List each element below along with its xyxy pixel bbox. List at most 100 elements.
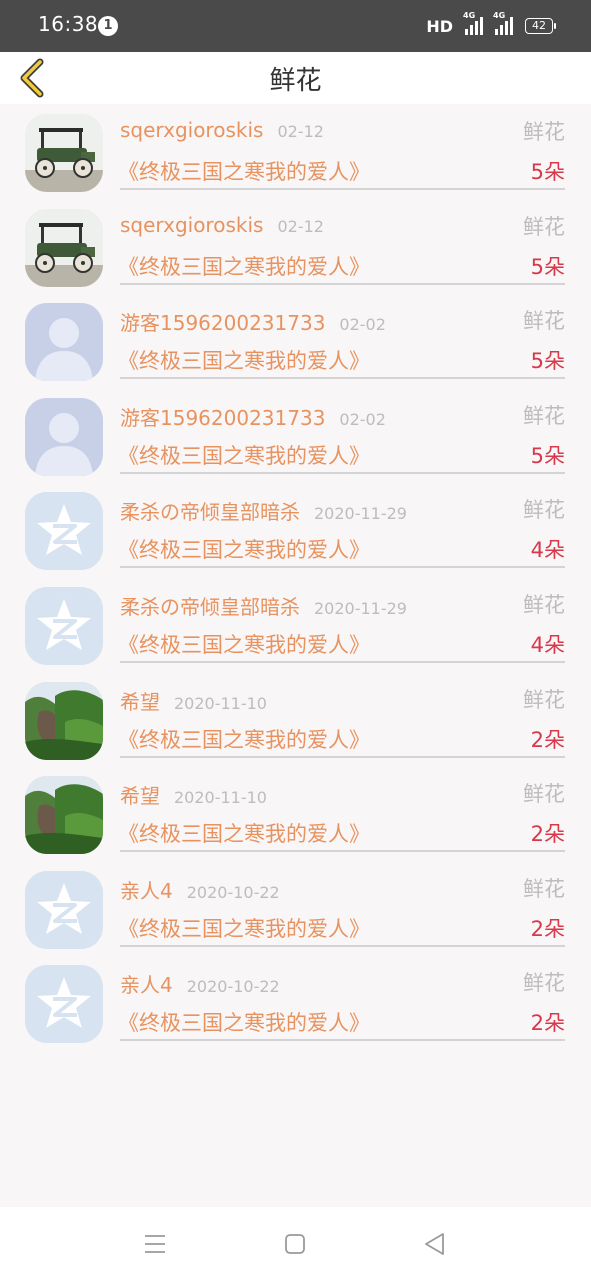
flower-count: 2朵 bbox=[530, 822, 565, 847]
back-triangle-icon bbox=[425, 1233, 444, 1255]
list-item[interactable]: sqerxgioroskis 02-12 鲜花 《终极三国之寒我的爱人》 5朵 bbox=[0, 199, 591, 294]
divider bbox=[120, 471, 565, 474]
flower-count: 4朵 bbox=[530, 632, 565, 657]
flower-list: sqerxgioroskis 02-12 鲜花 《终极三国之寒我的爱人》 5朵 s… bbox=[0, 104, 591, 1050]
user-name-text: sqerxgioroskis bbox=[120, 212, 264, 237]
divider bbox=[120, 188, 565, 190]
book-title: 《终极三国之寒我的爱人》 bbox=[118, 632, 370, 657]
gift-type: 鲜花 bbox=[523, 782, 565, 807]
qzone-star-icon bbox=[25, 492, 103, 571]
user-name-text: 柔杀の帝倾皇部暗杀 bbox=[120, 594, 300, 619]
gift-type: 鲜花 bbox=[523, 498, 565, 523]
gift-date: 2020-11-10 bbox=[174, 693, 267, 713]
user-name: 游客1596200231733 02-02 bbox=[120, 402, 386, 431]
gift-date: 02-12 bbox=[277, 122, 324, 141]
status-indicators: HD 4G 4G 42 bbox=[426, 11, 556, 38]
default-person-icon bbox=[25, 303, 103, 382]
car-photo-icon bbox=[25, 208, 103, 287]
list-item[interactable]: 亲人4 2020-10-22 鲜花 《终极三国之寒我的爱人》 2朵 bbox=[0, 861, 591, 956]
flower-count: 2朵 bbox=[530, 1011, 565, 1036]
system-nav-bar bbox=[0, 1207, 591, 1280]
divider bbox=[120, 944, 565, 947]
user-name-text: 柔杀の帝倾皇部暗杀 bbox=[120, 500, 300, 525]
car-photo-icon bbox=[25, 114, 103, 192]
gift-type: 鲜花 bbox=[523, 309, 565, 334]
divider bbox=[120, 377, 565, 380]
user-name: 柔杀の帝倾皇部暗杀 2020-11-29 bbox=[120, 591, 407, 620]
user-name: 亲人4 2020-10-22 bbox=[120, 875, 280, 904]
avatar[interactable] bbox=[25, 114, 103, 192]
avatar[interactable] bbox=[25, 870, 103, 949]
user-name-text: 亲人4 bbox=[120, 878, 173, 903]
gift-date: 2020-11-29 bbox=[314, 598, 407, 618]
gift-type: 鲜花 bbox=[523, 687, 565, 712]
signal-label: 4G bbox=[493, 11, 506, 20]
landscape-photo-icon bbox=[25, 776, 103, 855]
list-item[interactable]: 柔杀の帝倾皇部暗杀 2020-11-29 鲜花 《终极三国之寒我的爱人》 4朵 bbox=[0, 482, 591, 577]
divider bbox=[120, 755, 565, 758]
flower-count: 4朵 bbox=[530, 538, 565, 563]
hd-indicator: HD bbox=[426, 16, 453, 36]
gift-type: 鲜花 bbox=[523, 592, 565, 617]
avatar[interactable] bbox=[25, 681, 103, 760]
list-item[interactable]: 希望 2020-11-10 鲜花 《终极三国之寒我的爱人》 2朵 bbox=[0, 672, 591, 767]
default-person-icon bbox=[25, 397, 103, 476]
list-item[interactable]: 亲人4 2020-10-22 鲜花 《终极三国之寒我的爱人》 2朵 bbox=[0, 955, 591, 1050]
home-icon bbox=[285, 1234, 305, 1254]
list-item[interactable]: sqerxgioroskis 02-12 鲜花 《终极三国之寒我的爱人》 5朵 bbox=[0, 104, 591, 199]
list-item[interactable]: 柔杀の帝倾皇部暗杀 2020-11-29 鲜花 《终极三国之寒我的爱人》 4朵 bbox=[0, 577, 591, 672]
user-name-text: 希望 bbox=[120, 784, 160, 809]
book-title: 《终极三国之寒我的爱人》 bbox=[118, 254, 370, 279]
avatar[interactable] bbox=[25, 303, 103, 382]
divider bbox=[120, 282, 565, 285]
gift-date: 2020-10-22 bbox=[186, 977, 280, 997]
user-name-text: 游客1596200231733 bbox=[120, 311, 326, 336]
book-title: 《终极三国之寒我的爱人》 bbox=[118, 443, 370, 468]
book-title: 《终极三国之寒我的爱人》 bbox=[118, 538, 370, 563]
menu-button[interactable] bbox=[142, 1231, 168, 1257]
avatar[interactable] bbox=[25, 586, 103, 665]
user-name: 柔杀の帝倾皇部暗杀 2020-11-29 bbox=[120, 496, 407, 525]
battery-icon: 42 bbox=[525, 18, 556, 34]
book-title: 《终极三国之寒我的爱人》 bbox=[118, 822, 370, 847]
page-title: 鲜花 bbox=[269, 66, 322, 96]
user-name-text: 亲人4 bbox=[120, 973, 173, 998]
divider bbox=[120, 1039, 565, 1042]
gift-date: 02-02 bbox=[339, 409, 386, 429]
gift-date: 02-12 bbox=[277, 216, 324, 236]
qzone-star-icon bbox=[25, 586, 103, 665]
signal-icon: 4G bbox=[463, 11, 483, 35]
user-name: sqerxgioroskis 02-12 bbox=[120, 213, 324, 237]
list-item[interactable]: 游客1596200231733 02-02 鲜花 《终极三国之寒我的爱人》 5朵 bbox=[0, 388, 591, 483]
back-nav-button[interactable] bbox=[422, 1231, 448, 1257]
book-title: 《终极三国之寒我的爱人》 bbox=[118, 916, 370, 941]
flower-count: 5朵 bbox=[530, 254, 565, 279]
flower-count: 2朵 bbox=[530, 727, 565, 752]
list-item[interactable]: 希望 2020-11-10 鲜花 《终极三国之寒我的爱人》 2朵 bbox=[0, 766, 591, 861]
qzone-star-icon bbox=[25, 870, 103, 949]
list-item[interactable]: 游客1596200231733 02-02 鲜花 《终极三国之寒我的爱人》 5朵 bbox=[0, 293, 591, 388]
gift-date: 02-02 bbox=[339, 315, 386, 335]
user-name: 亲人4 2020-10-22 bbox=[120, 969, 280, 998]
avatar[interactable] bbox=[25, 776, 103, 855]
home-button[interactable] bbox=[282, 1231, 308, 1257]
notification-badge: 1 bbox=[98, 16, 118, 36]
gift-date: 2020-11-29 bbox=[314, 504, 407, 524]
flower-count: 2朵 bbox=[530, 916, 565, 941]
status-time: 16:38 bbox=[38, 12, 99, 36]
avatar[interactable] bbox=[25, 965, 103, 1044]
signal-label: 4G bbox=[463, 11, 476, 20]
gift-type: 鲜花 bbox=[523, 120, 565, 144]
avatar[interactable] bbox=[25, 492, 103, 571]
menu-icon bbox=[145, 1235, 165, 1253]
flower-count: 5朵 bbox=[530, 349, 565, 374]
flower-count: 5朵 bbox=[530, 160, 565, 184]
user-name-text: sqerxgioroskis bbox=[120, 118, 264, 142]
avatar[interactable] bbox=[25, 208, 103, 287]
gift-date: 2020-11-10 bbox=[174, 788, 267, 808]
avatar[interactable] bbox=[25, 397, 103, 476]
book-title: 《终极三国之寒我的爱人》 bbox=[118, 349, 370, 374]
user-name: 游客1596200231733 02-02 bbox=[120, 307, 386, 336]
divider bbox=[120, 566, 565, 569]
gift-type: 鲜花 bbox=[523, 214, 565, 239]
